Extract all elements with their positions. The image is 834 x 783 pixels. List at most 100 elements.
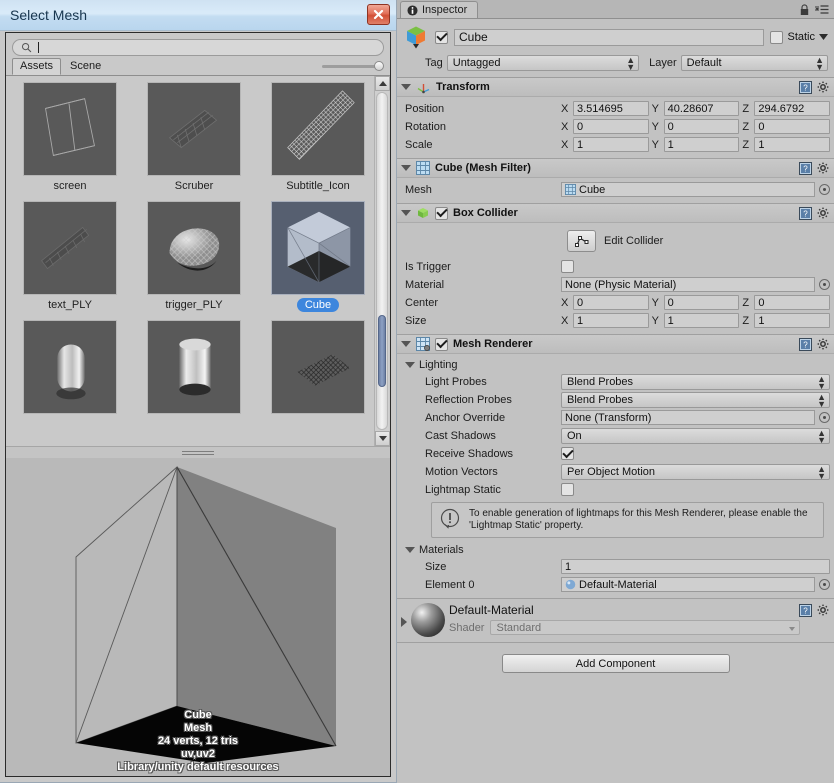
box-collider-enabled-checkbox[interactable] [435,206,448,220]
scale-z-field[interactable]: 1 [754,137,831,152]
slider-knob[interactable] [374,61,384,71]
help-icon[interactable]: ? [799,80,812,94]
asset-item-cube[interactable]: Cube [268,201,368,312]
mesh-capsule-thumb[interactable] [23,320,117,414]
tab-assets[interactable]: Assets [12,58,62,75]
position-x-field[interactable]: 3.514695 [573,101,649,116]
tab-inspector[interactable]: Inspector [400,1,479,18]
gear-icon[interactable] [817,81,830,94]
search-input[interactable] [12,39,384,56]
collider-material-picker-icon[interactable] [819,279,830,290]
asset-grid-scrollbar[interactable] [374,76,390,446]
anchor-override-picker-icon[interactable] [819,412,830,423]
mesh-object-field[interactable]: Cube [561,182,815,197]
asset-item[interactable]: Subtitle_Icon [268,82,368,193]
foldout-icon[interactable] [401,341,411,347]
gear-icon[interactable] [817,207,830,220]
transform-header[interactable]: Transform ? [397,78,834,97]
help-icon[interactable]: ? [799,337,812,351]
receive-shadows-checkbox[interactable] [561,447,574,460]
asset-item[interactable]: Scruber [144,82,244,193]
preview-splitter[interactable] [6,446,390,458]
layer-dropdown[interactable]: Default ▲ ▼ [680,55,828,72]
foldout-icon[interactable] [405,547,415,553]
menu-icon[interactable] [815,5,829,15]
foldout-icon[interactable] [401,617,407,627]
materials-size-field[interactable]: 1 [561,559,830,574]
mesh-cube-thumb[interactable] [271,201,365,295]
help-icon[interactable]: ? [799,206,812,220]
edit-collider-button[interactable] [567,230,596,252]
mesh-renderer-header[interactable]: Mesh Renderer ? [397,335,834,354]
motion-vectors-dropdown[interactable]: Per Object Motion ▲ ▼ [561,463,830,480]
static-checkbox[interactable] [770,30,784,44]
foldout-icon[interactable] [401,165,411,171]
size-x-field[interactable]: 1 [573,313,649,328]
gear-icon[interactable] [817,604,830,617]
gear-icon[interactable] [817,162,830,175]
reflection-probes-dropdown[interactable]: Blend Probes ▲ ▼ [561,391,830,408]
asset-item[interactable]: text_PLY [20,201,120,312]
gameobject-enabled-checkbox[interactable] [435,30,448,44]
rotation-z-field[interactable]: 0 [754,119,831,134]
asset-item[interactable] [144,320,244,419]
foldout-icon[interactable] [405,362,415,368]
size-z-field[interactable]: 1 [754,313,831,328]
foldout-icon[interactable] [401,84,411,90]
mesh-plane-thumb[interactable] [271,320,365,414]
is-trigger-checkbox[interactable] [561,260,574,273]
mesh-trigger-ply-thumb[interactable] [147,201,241,295]
box-collider-header[interactable]: Box Collider ? [397,204,834,223]
element0-picker-icon[interactable] [819,579,830,590]
materials-foldout[interactable]: Materials [401,542,830,558]
lock-icon[interactable] [799,4,810,16]
scale-y-field[interactable]: 1 [663,137,740,152]
add-component-button[interactable]: Add Component [501,654,730,673]
tab-scene[interactable]: Scene [62,58,109,75]
shader-dropdown[interactable]: Standard [490,620,801,635]
asset-item[interactable]: screen [20,82,120,193]
scrollbar-thumb[interactable] [378,315,386,387]
mesh-text-ply-thumb[interactable] [23,201,117,295]
help-icon[interactable]: ? [799,603,812,617]
center-x-field[interactable]: 0 [573,295,649,310]
gameobject-name-field[interactable]: Cube [454,28,765,46]
mesh-screen-thumb[interactable] [23,82,117,176]
gear-icon[interactable] [817,338,830,351]
rotation-x-field[interactable]: 0 [573,119,649,134]
help-icon[interactable]: ? [799,161,812,175]
cast-shadows-dropdown[interactable]: On ▲ ▼ [561,427,830,444]
element0-field[interactable]: Default-Material [561,577,815,592]
mesh-scruber-thumb[interactable] [147,82,241,176]
asset-item[interactable] [268,320,368,419]
anchor-override-field[interactable]: None (Transform) [561,410,815,425]
scrollbar-track[interactable] [376,92,388,430]
scale-x-field[interactable]: 1 [573,137,649,152]
position-z-field[interactable]: 294.6792 [754,101,831,116]
chevron-down-icon[interactable] [819,34,828,40]
rotation-y-field[interactable]: 0 [663,119,740,134]
foldout-icon[interactable] [401,210,411,216]
tag-dropdown[interactable]: Untagged ▲ ▼ [446,55,640,72]
size-y-field[interactable]: 1 [663,313,740,328]
mesh-filter-header[interactable]: Cube (Mesh Filter) ? [397,159,834,178]
center-z-field[interactable]: 0 [754,295,831,310]
collider-material-field[interactable]: None (Physic Material) [561,277,815,292]
dialog-titlebar[interactable]: Select Mesh [0,0,396,31]
asset-item[interactable]: trigger_PLY [144,201,244,312]
mesh-renderer-enabled-checkbox[interactable] [435,337,448,351]
lighting-foldout[interactable]: Lighting [401,357,830,373]
mesh-object-picker-icon[interactable] [819,184,830,195]
mesh-subtitle-icon-thumb[interactable] [271,82,365,176]
static-toggle[interactable]: Static [770,30,828,44]
scroll-down-icon[interactable] [375,431,390,446]
scroll-up-icon[interactable] [375,76,390,91]
center-y-field[interactable]: 0 [663,295,740,310]
mesh-cylinder-thumb[interactable] [147,320,241,414]
lightmap-static-checkbox[interactable] [561,483,574,496]
asset-item[interactable] [20,320,120,419]
close-icon[interactable] [367,4,390,25]
position-y-field[interactable]: 40.28607 [663,101,740,116]
thumbnail-size-slider[interactable] [322,61,384,71]
mesh-preview-panel[interactable]: Cube Mesh 24 verts, 12 tris uv,uv2 Libra… [6,458,390,776]
